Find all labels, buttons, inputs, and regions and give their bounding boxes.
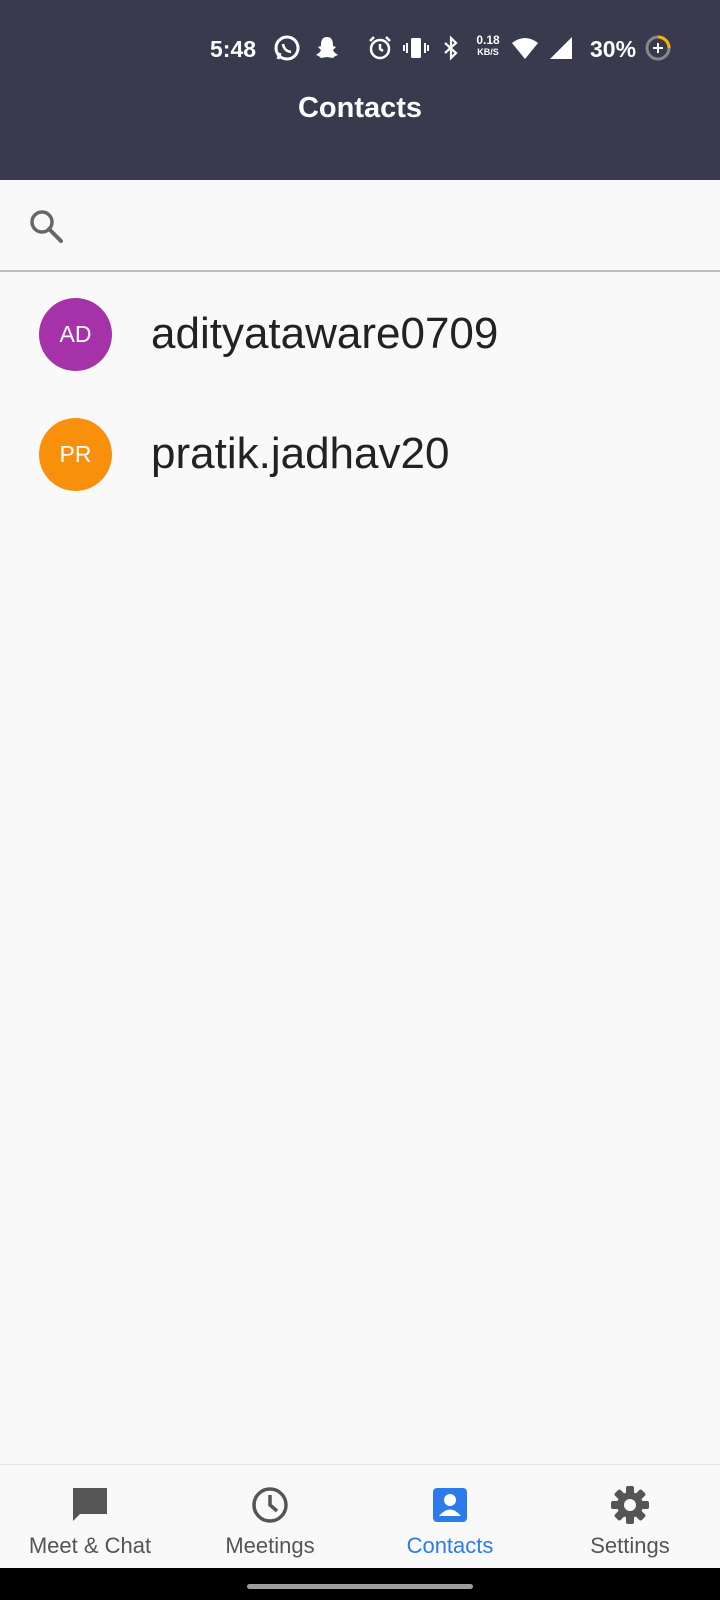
contact-list: AD adityataware0709 PR pratik.jadhav20 xyxy=(0,274,720,514)
bottom-nav: Meet & Chat Meetings Contacts Settings xyxy=(0,1464,720,1568)
vibrate-icon xyxy=(402,34,430,62)
tab-label: Contacts xyxy=(406,1533,494,1558)
network-speed: 0.18 KB/S xyxy=(473,34,503,58)
tab-label: Meet & Chat xyxy=(28,1533,152,1558)
wifi-icon xyxy=(511,34,539,62)
tab-label: Meetings xyxy=(225,1533,315,1558)
app-header: Contacts xyxy=(0,88,720,180)
contact-card-icon xyxy=(428,1483,472,1527)
page-title: Contacts xyxy=(297,91,423,124)
tab-label: Settings xyxy=(590,1533,670,1558)
avatar: PR xyxy=(39,417,112,491)
bluetooth-icon xyxy=(437,34,465,62)
tab-settings[interactable]: Settings xyxy=(540,1465,720,1568)
network-speed-unit: KB/S xyxy=(477,47,499,57)
contact-name: adityataware0709 xyxy=(151,309,499,358)
snapchat-icon xyxy=(313,34,341,62)
tab-contacts[interactable]: Contacts xyxy=(360,1465,540,1568)
chat-icon xyxy=(68,1483,112,1527)
avatar: AD xyxy=(39,297,112,371)
whatsapp-icon xyxy=(273,34,301,62)
battery-percent: 30% xyxy=(590,36,637,62)
tab-meet-chat[interactable]: Meet & Chat xyxy=(0,1465,180,1568)
contact-item[interactable]: AD adityataware0709 xyxy=(0,274,720,394)
tab-meetings[interactable]: Meetings xyxy=(180,1465,360,1568)
home-gesture-handle[interactable] xyxy=(247,1584,473,1589)
status-time: 5:48 xyxy=(210,36,257,62)
clock-icon xyxy=(248,1483,292,1527)
search-icon[interactable] xyxy=(26,206,66,246)
signal-icon xyxy=(547,34,575,62)
network-speed-value: 0.18 xyxy=(476,33,500,47)
alarm-icon xyxy=(366,34,394,62)
gear-icon xyxy=(608,1483,652,1527)
search-bar[interactable] xyxy=(0,180,720,272)
contact-name: pratik.jadhav20 xyxy=(151,429,450,478)
battery-saver-icon xyxy=(644,34,672,62)
search-input[interactable] xyxy=(80,200,700,252)
status-bar: 5:48 0.18 KB/S 30% xyxy=(0,0,720,88)
contact-item[interactable]: PR pratik.jadhav20 xyxy=(0,394,720,514)
